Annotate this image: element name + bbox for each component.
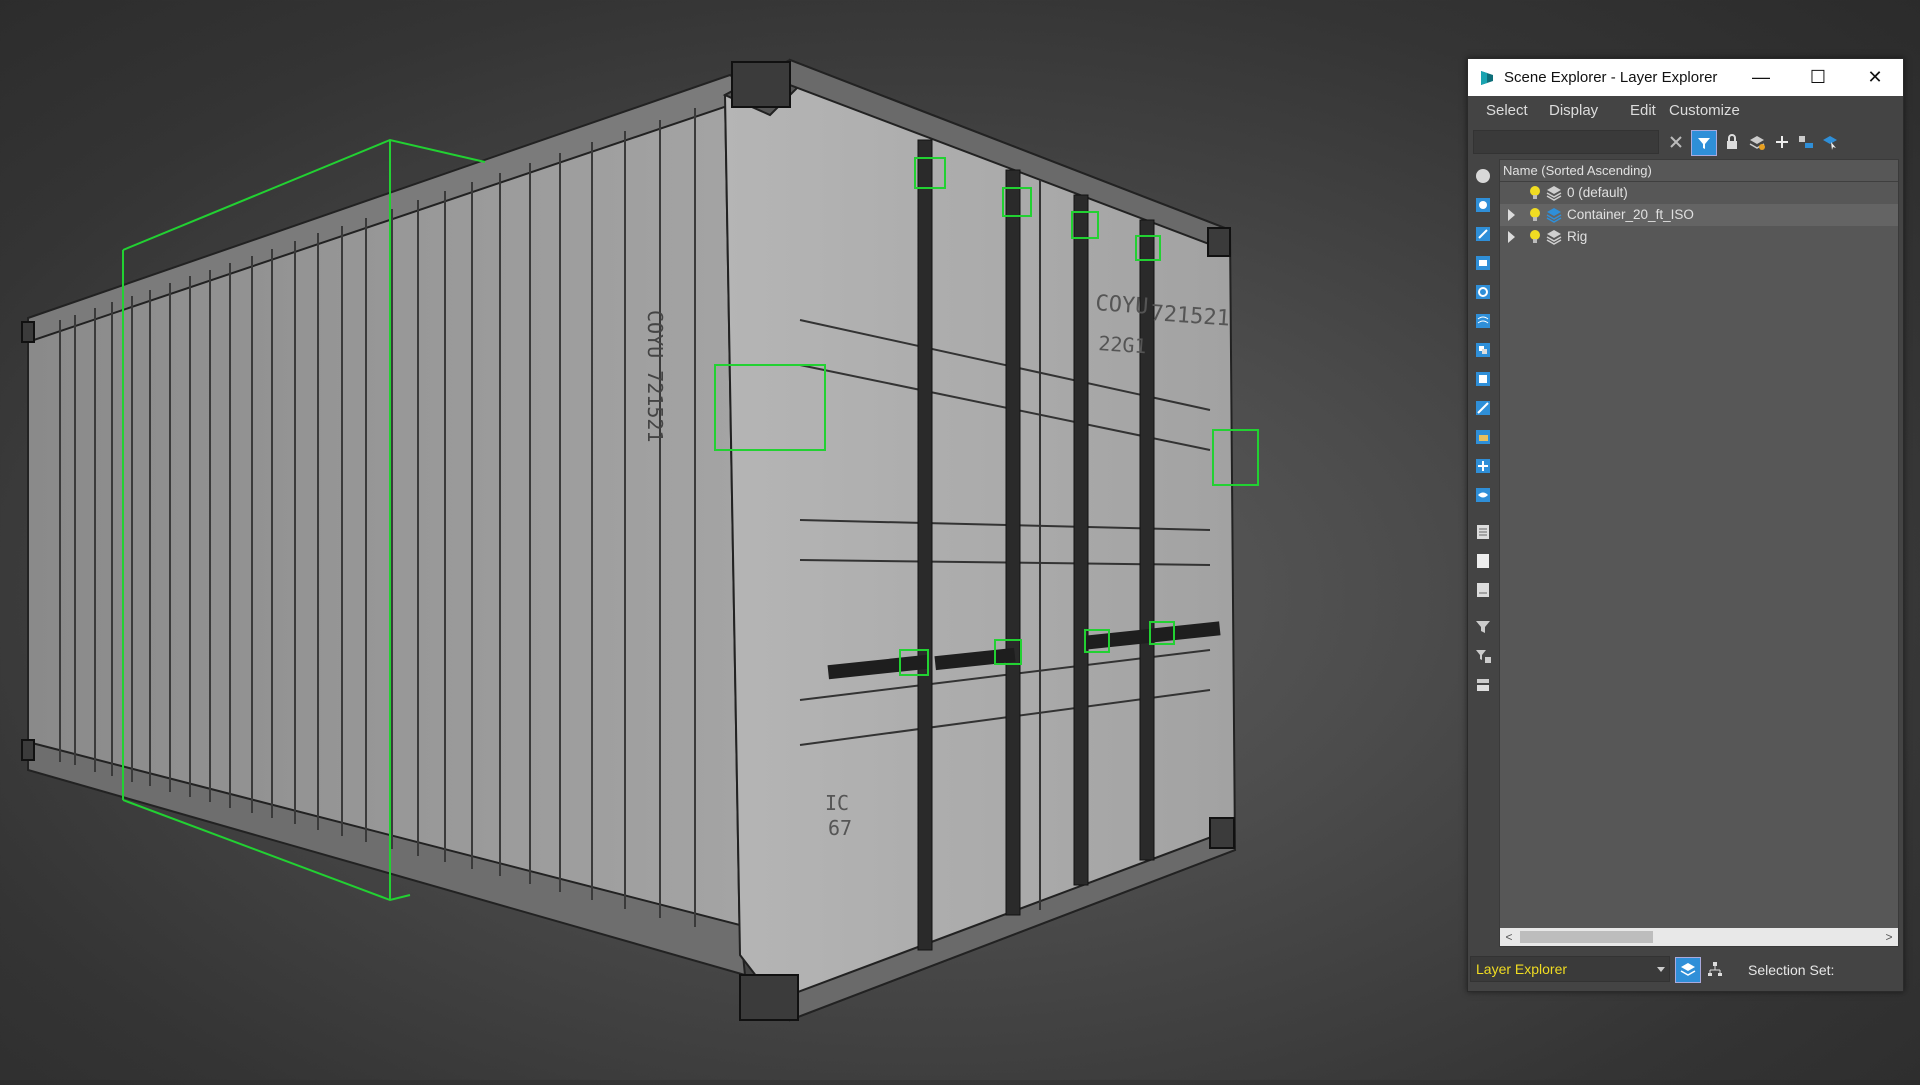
layer-stack-icon bbox=[1546, 230, 1562, 245]
menu-bar: Select Display Edit Customize bbox=[1468, 96, 1903, 125]
menu-edit[interactable]: Edit bbox=[1630, 102, 1656, 119]
close-button[interactable]: ✕ bbox=[1847, 59, 1903, 96]
display-influences-icon[interactable] bbox=[1472, 550, 1494, 572]
svg-text:IC: IC bbox=[825, 791, 849, 815]
search-input[interactable] bbox=[1473, 130, 1659, 154]
menu-select[interactable]: Select bbox=[1486, 102, 1528, 119]
select-icon[interactable] bbox=[1818, 130, 1842, 154]
window-title: Scene Explorer - Layer Explorer bbox=[1504, 69, 1718, 86]
toolbar bbox=[1468, 125, 1903, 159]
dropdown-arrow-icon bbox=[1657, 967, 1665, 972]
scroll-right-icon[interactable]: > bbox=[1880, 928, 1898, 946]
expand-arrow-icon[interactable] bbox=[1508, 209, 1515, 221]
display-lights-icon[interactable] bbox=[1472, 223, 1494, 245]
display-xrefs-icon[interactable] bbox=[1472, 368, 1494, 390]
clear-x-icon[interactable] bbox=[1664, 130, 1688, 154]
selection-set-label: Selection Set: bbox=[1748, 962, 1835, 978]
filter-funnel-icon[interactable] bbox=[1472, 616, 1494, 638]
minimize-button[interactable]: — bbox=[1733, 59, 1789, 96]
horizontal-scrollbar[interactable]: < > bbox=[1500, 928, 1898, 946]
display-spacewarps-icon[interactable] bbox=[1472, 310, 1494, 332]
display-frozen-icon[interactable] bbox=[1472, 455, 1494, 477]
layer-row-container[interactable]: Container_20_ft_ISO bbox=[1500, 204, 1898, 226]
title-bar[interactable]: Scene Explorer - Layer Explorer — ☐ ✕ bbox=[1468, 59, 1903, 96]
move-to-layer-icon[interactable] bbox=[1794, 130, 1818, 154]
display-cameras-icon[interactable] bbox=[1472, 252, 1494, 274]
menu-customize[interactable]: Customize bbox=[1669, 102, 1740, 119]
layer-row-default[interactable]: 0 (default) bbox=[1500, 182, 1898, 204]
sort-by-hierarchy-icon[interactable] bbox=[1703, 957, 1727, 981]
display-containers-icon[interactable] bbox=[1472, 426, 1494, 448]
filter-toggle-icon[interactable] bbox=[1691, 130, 1717, 156]
display-children-icon[interactable] bbox=[1472, 521, 1494, 543]
svg-text:67: 67 bbox=[828, 816, 852, 840]
filter-options-icon[interactable] bbox=[1472, 645, 1494, 667]
light-bulb-icon[interactable] bbox=[1528, 185, 1542, 201]
layer-label: Container_20_ft_ISO bbox=[1567, 207, 1694, 222]
explorer-type-dropdown[interactable]: Layer Explorer bbox=[1470, 956, 1670, 982]
display-helpers-icon[interactable] bbox=[1472, 281, 1494, 303]
layer-row-rig[interactable]: Rig bbox=[1500, 226, 1898, 248]
maximize-button[interactable]: ☐ bbox=[1790, 59, 1846, 96]
display-groups-icon[interactable] bbox=[1472, 339, 1494, 361]
scene-explorer-window[interactable]: Scene Explorer - Layer Explorer — ☐ ✕ Se… bbox=[1467, 58, 1904, 992]
scrollbar-thumb[interactable] bbox=[1520, 931, 1653, 943]
container-side-wall bbox=[27, 93, 742, 957]
filter-all-icon[interactable] bbox=[1472, 674, 1494, 696]
light-bulb-icon[interactable] bbox=[1528, 207, 1542, 223]
display-dependents-icon[interactable] bbox=[1472, 579, 1494, 601]
lock-icon[interactable] bbox=[1720, 130, 1744, 154]
layer-stack-icon bbox=[1546, 186, 1562, 201]
close-icon: ✕ bbox=[1867, 67, 1883, 87]
light-bulb-icon[interactable] bbox=[1528, 229, 1542, 245]
expand-arrow-icon[interactable] bbox=[1508, 231, 1515, 243]
svg-text:22G1: 22G1 bbox=[1098, 331, 1148, 358]
explorer-type-value: Layer Explorer bbox=[1476, 961, 1568, 977]
menu-display[interactable]: Display bbox=[1549, 102, 1598, 119]
column-header-name[interactable]: Name (Sorted Ascending) bbox=[1500, 160, 1898, 182]
svg-text:COYU: COYU bbox=[1095, 291, 1150, 320]
display-hidden-icon[interactable] bbox=[1472, 484, 1494, 506]
add-icon[interactable] bbox=[1770, 130, 1794, 154]
scroll-left-icon[interactable]: < bbox=[1500, 928, 1518, 946]
svg-text:COYU 721521: COYU 721521 bbox=[643, 310, 667, 442]
active-layer-stack-icon bbox=[1546, 208, 1562, 223]
new-layer-icon[interactable] bbox=[1745, 130, 1769, 154]
bottom-bar: Layer Explorer Selection Set: bbox=[1468, 954, 1903, 986]
minimize-icon: — bbox=[1752, 67, 1770, 87]
display-geometry-icon[interactable] bbox=[1472, 165, 1494, 187]
display-bones-icon[interactable] bbox=[1472, 397, 1494, 419]
3dsmax-app-icon bbox=[1481, 71, 1493, 85]
display-shapes-icon[interactable] bbox=[1472, 194, 1494, 216]
layer-label: 0 (default) bbox=[1567, 185, 1628, 200]
layer-tree[interactable]: Name (Sorted Ascending) 0 (default) Cont… bbox=[1499, 159, 1899, 947]
layer-label: Rig bbox=[1567, 229, 1588, 244]
filter-toolbar bbox=[1468, 159, 1498, 991]
maximize-icon: ☐ bbox=[1809, 67, 1827, 87]
sort-by-layer-icon[interactable] bbox=[1675, 957, 1701, 983]
